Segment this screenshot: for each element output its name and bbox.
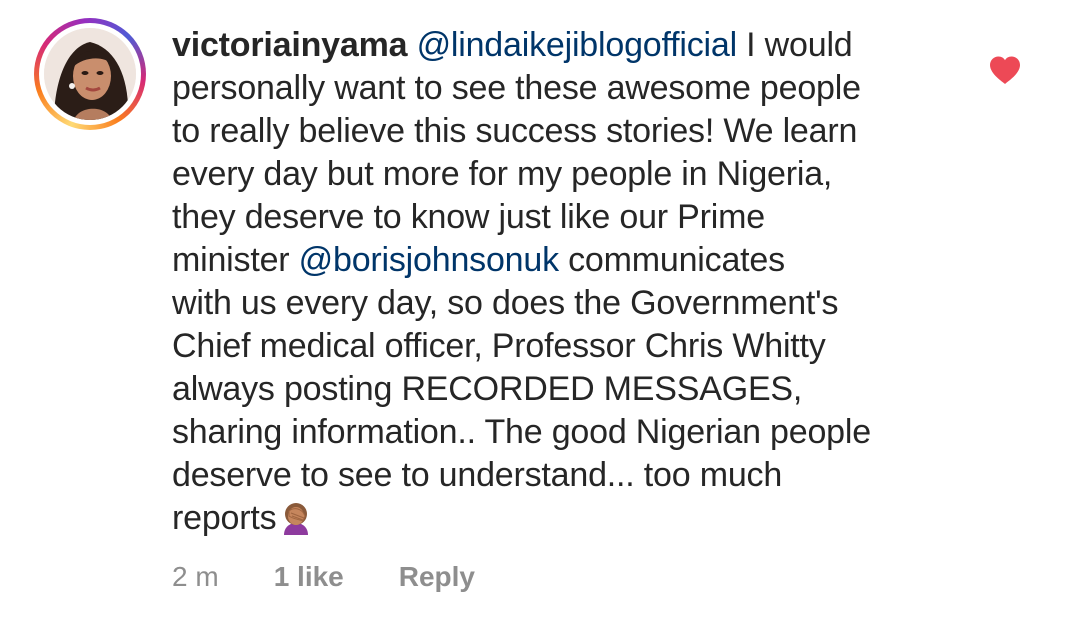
- story-ring[interactable]: [34, 18, 146, 130]
- like-heart-icon[interactable]: [988, 55, 1022, 85]
- reply-button[interactable]: Reply: [399, 557, 475, 597]
- comment-text: victoriainyama @lindaikejiblogofficial I…: [172, 24, 972, 540]
- likes-count-link[interactable]: 1 like: [274, 557, 344, 597]
- comment-username[interactable]: victoriainyama: [172, 26, 408, 64]
- mention-link[interactable]: @lindaikejiblogofficial: [417, 26, 738, 64]
- avatar-image: [44, 28, 136, 120]
- comment-meta: 2 m 1 like Reply: [172, 557, 475, 597]
- mention-link[interactable]: @borisjohnsonuk: [299, 241, 559, 279]
- face-palm-emoji: [278, 499, 314, 535]
- comment-body-part: communicates with us every day, so does …: [172, 241, 871, 537]
- comment-item: victoriainyama @lindaikejiblogofficial I…: [0, 0, 1080, 643]
- avatar-gap: [39, 23, 141, 125]
- comment-timestamp: 2 m: [172, 561, 219, 592]
- avatar[interactable]: [44, 28, 136, 120]
